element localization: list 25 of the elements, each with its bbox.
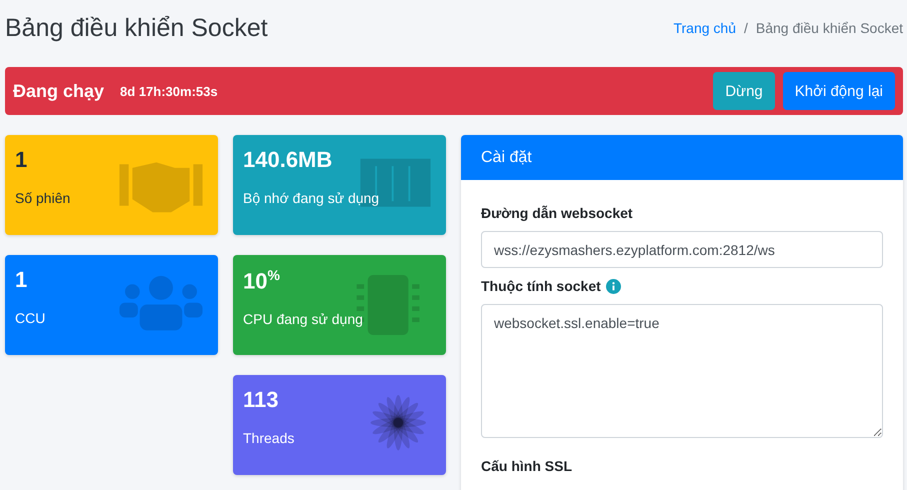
stat-value: 140.6MB bbox=[243, 147, 334, 173]
stat-label: CPU đang sử dụng bbox=[243, 311, 364, 328]
stat-value: 113 bbox=[243, 387, 280, 413]
uptime-text: 8d 17h:30m:53s bbox=[120, 84, 219, 98]
stat-value: 1 bbox=[15, 147, 28, 173]
input-field[interactable]: wss://ezysmashers.ezyplatform.com:2812/ws bbox=[481, 231, 883, 268]
stat-label: CCU bbox=[15, 310, 46, 326]
field-label: Đường dẫn websocket bbox=[481, 205, 633, 221]
stat-label: Bộ nhớ đang sử dụng bbox=[243, 190, 380, 206]
text-area[interactable]: websocket.ssl.enable=true bbox=[481, 304, 883, 438]
breadcrumb-link[interactable]: Trang chủ bbox=[673, 20, 736, 36]
breadcrumb-separator: / bbox=[744, 20, 748, 36]
stat-value: 10$^{%}$ bbox=[243, 267, 281, 294]
stop-button[interactable]: Dừng bbox=[713, 72, 775, 110]
status-text: Đang chạy bbox=[13, 80, 104, 102]
settings-title: Cài đặt bbox=[461, 135, 903, 180]
page-title: Bảng điều khiển Socket bbox=[5, 14, 268, 42]
breadcrumb-current: Bảng điều khiển Socket bbox=[756, 20, 903, 36]
field-label: Thuộc tính socket bbox=[481, 278, 601, 294]
stat-label: Threads bbox=[243, 430, 296, 446]
stat-value: 1 bbox=[15, 267, 28, 293]
restart-button[interactable]: Khởi động lại bbox=[782, 72, 895, 110]
stat-label: Số phiên bbox=[15, 190, 72, 206]
info-icon[interactable] bbox=[606, 278, 621, 294]
section-heading: Cấu hình SSL bbox=[481, 458, 572, 474]
